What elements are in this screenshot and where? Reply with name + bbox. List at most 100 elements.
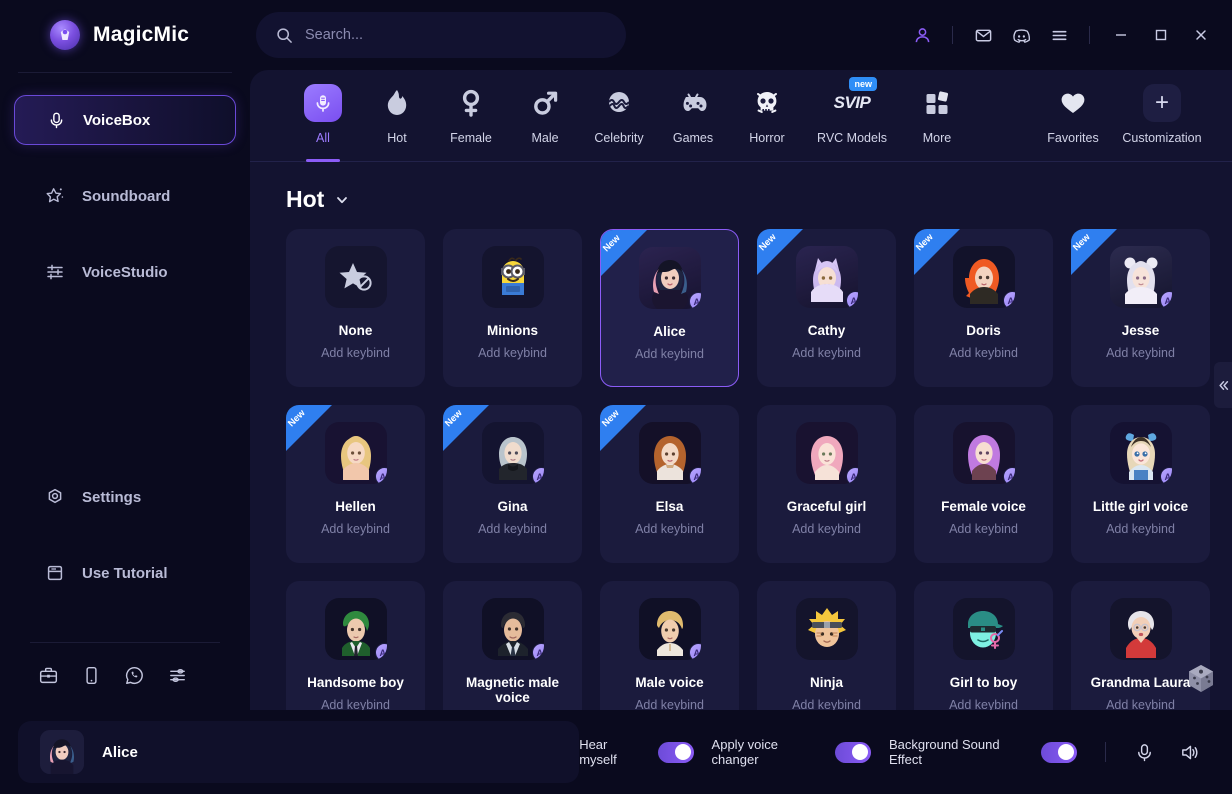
category-tab-hot[interactable]: Hot	[360, 84, 434, 145]
dice-icon[interactable]	[1184, 662, 1218, 696]
voice-card-keybind[interactable]: Add keybind	[635, 698, 704, 710]
magic-wand-icon	[44, 185, 66, 207]
whatsapp-icon[interactable]	[124, 665, 145, 686]
voice-card-jesse[interactable]: New A Jesse Add keybind	[1071, 229, 1210, 387]
voice-card-keybind[interactable]: Add keybind	[478, 346, 547, 360]
sidebar: VoiceBox Soundboard VoiceStudio Settings…	[0, 70, 250, 710]
voice-card-graceful-girl[interactable]: AI Graceful girl Add keybind	[757, 405, 896, 563]
voice-card-keybind[interactable]: Add keybind	[1106, 346, 1175, 360]
voice-card-handsome-boy[interactable]: AI Handsome boy Add keybind	[286, 581, 425, 710]
toggle-hear-myself[interactable]	[657, 741, 694, 763]
category-tab-favorites[interactable]: Favorites	[1036, 84, 1110, 145]
plus-icon: +	[1143, 84, 1181, 122]
section-header[interactable]: Hot	[286, 162, 1210, 229]
maximize-button[interactable]	[1144, 20, 1178, 50]
voice-card-keybind[interactable]: Add keybind	[792, 522, 861, 536]
app-name: MagicMic	[93, 23, 190, 46]
voice-card-gina[interactable]: New AI	[443, 405, 582, 563]
voice-card-elsa[interactable]: New AI	[600, 405, 739, 563]
doris-avatar: AI	[952, 246, 1015, 308]
feedback-icon[interactable]	[167, 665, 188, 686]
voice-card-keybind[interactable]: Add keybind	[478, 522, 547, 536]
voice-card-alice[interactable]: New A Alice Add keybind	[600, 229, 739, 387]
briefcase-icon[interactable]	[38, 665, 59, 686]
discord-icon[interactable]	[1005, 19, 1037, 51]
search-icon	[277, 27, 292, 43]
voice-card-keybind[interactable]: Add keybind	[1106, 522, 1175, 536]
voice-card-keybind[interactable]: Add keybind	[321, 698, 390, 710]
account-icon[interactable]	[906, 19, 938, 51]
ai-badge: AI	[1002, 467, 1015, 484]
category-bar-right: Favorites + Customization	[1036, 84, 1210, 145]
voice-card-ninja[interactable]: Ninja Add keybind	[757, 581, 896, 710]
magnetic-male-avatar: AI	[481, 598, 544, 660]
double-chevron-left-icon[interactable]	[1214, 362, 1232, 408]
category-tab-rvc-models[interactable]: SVIP new RVC Models	[804, 77, 900, 145]
category-label: Celebrity	[594, 131, 644, 145]
voice-card-little-girl-voice[interactable]: AI Little girl voice Add keybind	[1071, 405, 1210, 563]
category-tab-more[interactable]: More	[900, 84, 974, 145]
category-tab-customization[interactable]: + Customization	[1114, 84, 1210, 145]
category-tab-all[interactable]: All	[286, 84, 360, 162]
voice-card-keybind[interactable]: Add keybind	[949, 698, 1018, 710]
voice-card-name: Grandma Laura	[1090, 675, 1191, 690]
toggle-apply-voice-changer[interactable]	[835, 741, 871, 763]
chevron-down-icon[interactable]	[334, 192, 350, 208]
mobile-icon[interactable]	[81, 665, 102, 686]
voice-card-none[interactable]: None Add keybind	[286, 229, 425, 387]
toggle-label-hear-myself: Hear myself	[579, 737, 617, 767]
category-label: Customization	[1122, 131, 1202, 145]
voice-card-keybind[interactable]: Add keybind	[792, 346, 861, 360]
voice-card-magnetic-male-voice[interactable]: AI Magnetic male voice Add keybind	[443, 581, 582, 710]
voice-card-name: Jesse	[1121, 323, 1160, 338]
category-tab-celebrity[interactable]: Celebrity	[582, 84, 656, 145]
voice-card-grid: None Add keybind Minions Add keybind New…	[286, 229, 1210, 710]
ribbon-label: New	[601, 232, 623, 255]
sidebar-item-label: Use Tutorial	[82, 564, 168, 582]
search-placeholder: Search...	[305, 27, 364, 43]
voice-card-girl-to-boy[interactable]: Girl to boy Add keybind	[914, 581, 1053, 710]
mail-icon[interactable]	[967, 19, 999, 51]
voice-card-keybind[interactable]: Add keybind	[792, 698, 861, 710]
speaker-level-icon[interactable]	[1174, 735, 1206, 769]
voice-card-female-voice[interactable]: AI Female voice Add keybind	[914, 405, 1053, 563]
handsome-boy-avatar: AI	[324, 598, 387, 660]
toggle-knob	[852, 744, 869, 760]
voice-card-keybind[interactable]: Add keybind	[635, 347, 704, 361]
sidebar-item-soundboard[interactable]: Soundboard	[14, 171, 236, 221]
now-playing-voice[interactable]: Alice	[18, 721, 580, 783]
gamepad-icon	[674, 84, 712, 122]
minimize-button[interactable]	[1104, 20, 1138, 50]
close-button[interactable]	[1184, 20, 1218, 50]
sidebar-item-voicebox[interactable]: VoiceBox	[14, 95, 236, 145]
search-input[interactable]: Search...	[256, 12, 626, 58]
voice-card-minions[interactable]: Minions Add keybind	[443, 229, 582, 387]
voice-card-keybind[interactable]: Add keybind	[949, 522, 1018, 536]
book-icon	[44, 562, 66, 584]
voice-card-hellen[interactable]: New AI	[286, 405, 425, 563]
voice-card-keybind[interactable]: Add keybind	[321, 522, 390, 536]
sidebar-item-voicestudio[interactable]: VoiceStudio	[14, 247, 236, 297]
titlebar-divider-1	[952, 26, 953, 44]
toggle-label-apply-voice-changer: Apply voice changer	[711, 737, 779, 767]
voice-card-male-voice[interactable]: AI Male voice Add keybind	[600, 581, 739, 710]
menu-icon[interactable]	[1043, 19, 1075, 51]
category-tab-horror[interactable]: Horror	[730, 84, 804, 145]
voice-card-name: Alice	[653, 324, 686, 339]
toggle-background-sound-effect[interactable]	[1040, 741, 1077, 763]
voice-card-keybind[interactable]: Add keybind	[321, 346, 390, 360]
sidebar-item-settings[interactable]: Settings	[14, 472, 236, 522]
voice-card-keybind[interactable]: Add keybind	[635, 522, 704, 536]
ai-badge: AI	[688, 643, 701, 660]
bottom-divider	[1104, 742, 1106, 762]
category-tab-female[interactable]: Female	[434, 84, 508, 145]
microphone-level-icon[interactable]	[1129, 735, 1161, 769]
sidebar-item-use-tutorial[interactable]: Use Tutorial	[14, 548, 236, 598]
category-tab-games[interactable]: Games	[656, 84, 730, 145]
alice-avatar	[40, 730, 84, 774]
voice-card-keybind[interactable]: Add keybind	[1106, 698, 1175, 710]
voice-card-doris[interactable]: New AI	[914, 229, 1053, 387]
voice-card-keybind[interactable]: Add keybind	[949, 346, 1018, 360]
category-tab-male[interactable]: Male	[508, 84, 582, 145]
voice-card-cathy[interactable]: New AI	[757, 229, 896, 387]
